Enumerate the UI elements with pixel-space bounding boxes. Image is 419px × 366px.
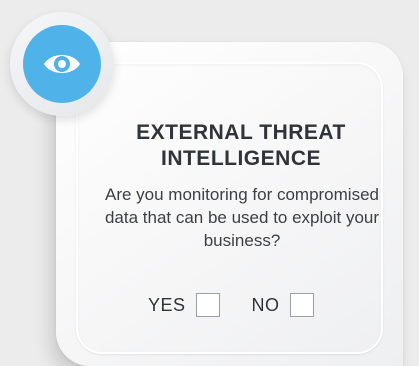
card-title: EXTERNAL THREAT INTELLIGENCE	[136, 121, 346, 170]
no-checkbox[interactable]	[289, 293, 314, 317]
card-question: Are you monitoring for compromised data …	[104, 185, 380, 250]
yes-checkbox[interactable]	[195, 293, 220, 317]
icon-circle	[23, 25, 101, 103]
eye-icon	[44, 55, 80, 73]
answer-options: YES NO	[148, 293, 314, 317]
no-label: NO	[251, 294, 280, 315]
icon-badge	[10, 12, 114, 116]
yes-label: YES	[148, 294, 186, 315]
